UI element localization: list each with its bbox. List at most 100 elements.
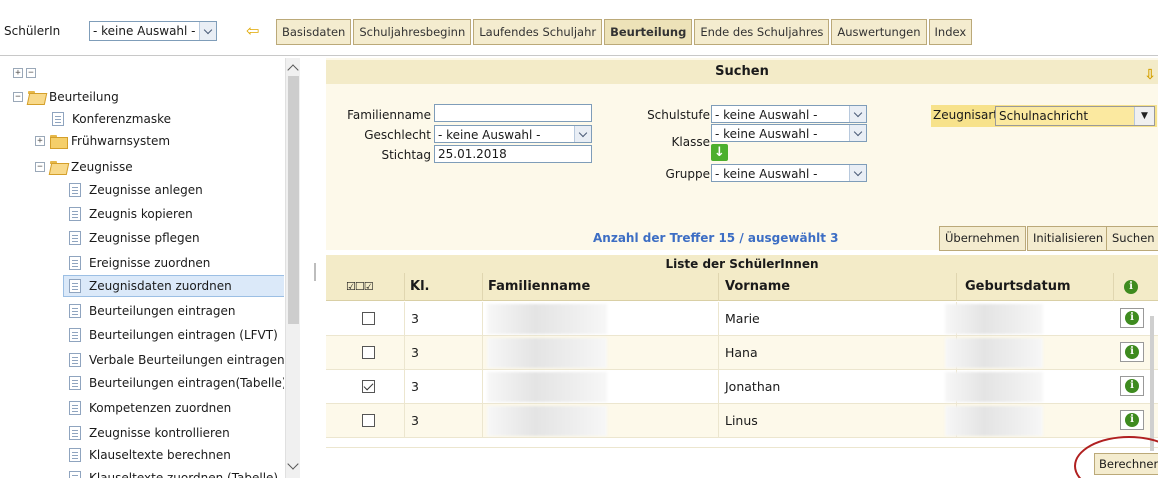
tree-item-zeugnisse-anlegen[interactable]: Zeugnisse anlegen [69,179,203,201]
tree-item-verbale-beurteilungen[interactable]: Verbale Beurteilungen eintragen [69,349,284,371]
table-row[interactable]: 3 Linus i [326,404,1158,438]
tree-item-label: Zeugnisse kontrollieren [89,426,230,440]
info-icon: i [1125,345,1139,359]
tree-item-label: Beurteilungen eintragen [89,304,236,318]
table-row[interactable]: 3 Hana i [326,336,1158,370]
tab-schuljahresbeginn[interactable]: Schuljahresbeginn [353,19,472,45]
tree-node-label: Frühwarnsystem [71,134,171,148]
redacted-date [945,338,1043,368]
tree-item-zeugnisse-pflegen[interactable]: Zeugnisse pflegen [69,227,200,249]
folder-open-icon [50,161,66,173]
redacted-date [945,304,1043,334]
tree-item-label: Beurteilungen eintragen (LFVT) [89,328,278,342]
tree-item-klauseltexte-zuordnen[interactable]: Klauseltexte zuordnen (Tabelle) [69,467,278,478]
schueler-select[interactable]: - keine Auswahl - [89,21,217,41]
info-icon: i [1125,379,1139,393]
tab-basisdaten[interactable]: Basisdaten [276,19,352,45]
tab-ende-des-schuljahres[interactable]: Ende des Schuljahres [694,19,830,45]
uebernehmen-button[interactable]: Übernehmen [939,226,1026,251]
table-header: ☑☐☑ Kl. Familienname Vorname Geburtsdatu… [326,273,1158,301]
document-icon [69,183,81,197]
cell-geburtsdatum [945,370,1113,404]
tree-item-zeugnis-kopieren[interactable]: Zeugnis kopieren [69,203,193,225]
redacted-date [945,406,1043,436]
collapse-icon[interactable]: − [13,92,23,102]
familienname-field[interactable] [434,104,592,122]
table-row[interactable]: 3 Jonathan i [326,370,1158,404]
scroll-down-icon[interactable] [287,458,299,470]
document-icon [69,401,81,415]
scrollbar-thumb[interactable] [288,76,299,324]
main-content: Suchen ⇩ Familienname Geschlecht - keine… [326,58,1158,478]
klasse-select[interactable]: - keine Auswahl - [711,124,867,142]
scroll-up-icon[interactable] [287,64,299,76]
row-info-button[interactable]: i [1120,342,1144,362]
tree-node-konferenzmaske[interactable]: Konferenzmaske [52,108,171,130]
top-divider [0,55,1158,56]
tab-auswertungen[interactable]: Auswertungen [831,19,927,45]
collapse-all-icon[interactable]: − [26,68,36,78]
tree-item-zeugnisdaten-zuordnen[interactable]: Zeugnisdaten zuordnen [63,275,284,297]
suchen-button[interactable]: Suchen [1106,226,1158,251]
tree-item-label: Zeugnis kopieren [89,207,193,221]
stichtag-field[interactable]: 25.01.2018 [434,145,592,163]
familienname-label: Familienname [347,108,431,122]
expand-all-icon[interactable]: + [13,68,23,78]
tree-item-beurteilungen-eintragen-lfvt[interactable]: Beurteilungen eintragen (LFVT) [69,324,278,346]
column-header-vorname[interactable]: Vorname [718,273,956,301]
document-icon [69,256,81,270]
column-header-kl[interactable]: Kl. [404,273,482,301]
row-checkbox[interactable] [362,312,375,325]
table-row-partial [326,438,1158,448]
tree-item-beurteilungen-tabelle[interactable]: Beurteilungen eintragen(Tabelle) [69,372,284,394]
cell-familienname [482,302,718,336]
tree-item-kompetenzen-zuordnen[interactable]: Kompetenzen zuordnen [69,397,231,419]
column-header-familienname[interactable]: Familienname [482,273,718,301]
splitter-handle[interactable] [314,263,316,281]
document-icon [69,207,81,221]
schulstufe-label: Schulstufe [647,108,710,122]
table-row[interactable]: 3 Marie i [326,302,1158,336]
tree-item-ereignisse-zuordnen[interactable]: Ereignisse zuordnen [69,252,210,274]
select-all-toggle[interactable]: ☑☐☑ [326,273,404,301]
row-checkbox[interactable] [362,346,375,359]
cell-kl: 3 [404,404,482,438]
tree-node-fruehwarnsystem[interactable]: + Frühwarnsystem [35,130,170,152]
initialisieren-button[interactable]: Initialisieren [1027,226,1110,251]
collapse-icon[interactable]: − [35,162,45,172]
row-info-button[interactable]: i [1120,308,1144,328]
back-arrow-icon[interactable]: ⇦ [246,23,259,39]
zeugnisart-label: Zeugnisart [933,108,999,122]
tree-item-zeugnisse-kontrollieren[interactable]: Zeugnisse kontrollieren [69,422,230,444]
tab-laufendes-schuljahr[interactable]: Laufendes Schuljahr [473,19,603,45]
search-title: Suchen [715,64,769,79]
table-scrollbar[interactable] [1150,316,1154,451]
tab-index[interactable]: Index [928,19,973,45]
folder-icon [50,135,68,149]
tree-item-beurteilungen-eintragen[interactable]: Beurteilungen eintragen [69,300,235,322]
zeugnisart-select[interactable]: Schulnachricht ▼ [995,106,1155,126]
apply-arrow-icon[interactable]: ↓ [711,144,728,161]
zeugnisart-group: Zeugnisart Schulnachricht ▼ [931,105,1157,127]
document-icon [52,112,64,126]
row-checkbox[interactable] [362,380,375,393]
row-checkbox[interactable] [362,414,375,427]
tree-node-beurteilung[interactable]: − Beurteilung [13,86,119,108]
tree-item-klauseltexte-berechnen[interactable]: Klauseltexte berechnen [69,444,231,466]
row-info-button[interactable]: i [1120,410,1144,430]
sidebar-scrollbar[interactable] [285,58,300,478]
tree-node-zeugnisse[interactable]: − Zeugnisse [35,156,133,178]
expand-icon[interactable]: + [35,136,45,146]
gruppe-select[interactable]: - keine Auswahl - [711,164,867,182]
caret-down-icon: ▼ [1134,107,1154,125]
row-info-button[interactable]: i [1120,376,1144,396]
schulstufe-select[interactable]: - keine Auswahl - [711,105,867,123]
tree-item-label: Beurteilungen eintragen(Tabelle) [89,376,284,390]
cell-geburtsdatum [945,404,1113,438]
document-icon [69,376,81,390]
column-header-geburtsdatum[interactable]: Geburtsdatum [956,273,1113,301]
collapse-arrow-icon[interactable]: ⇩ [1144,63,1156,87]
tab-beurteilung[interactable]: Beurteilung [604,19,693,45]
folder-open-icon [28,91,44,103]
geschlecht-select[interactable]: - keine Auswahl - [434,125,592,143]
